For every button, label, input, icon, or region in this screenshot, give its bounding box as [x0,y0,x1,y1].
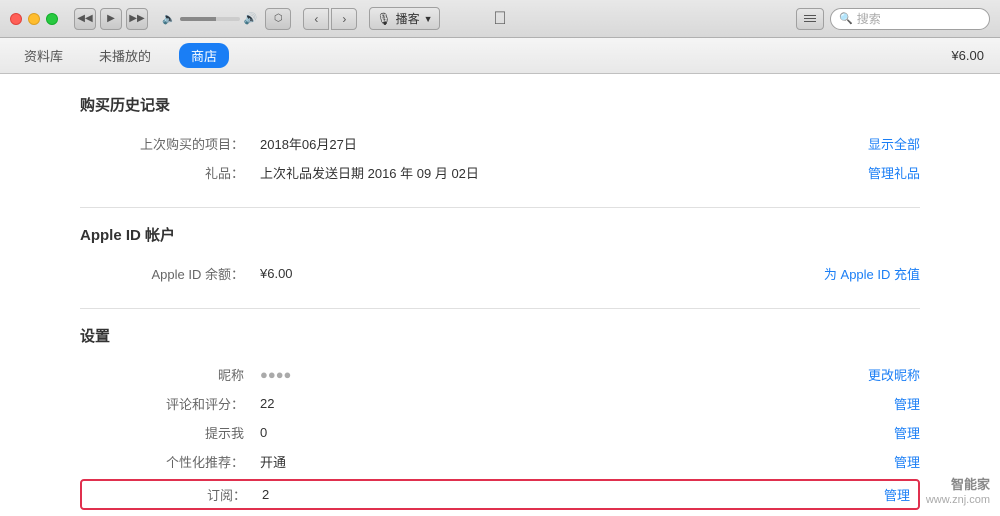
manage-reviews-link[interactable]: 管理 [894,394,920,413]
nickname-label: 昵称 [80,365,260,384]
manage-gift-link[interactable]: 管理礼品 [868,163,920,182]
reminders-label: 提示我 [80,423,260,442]
personalization-label: 个性化推荐： [80,452,260,471]
podcast-icon: 🎙 [376,12,391,26]
nickname-row: 昵称 ●●●● 更改昵称 [80,360,920,389]
traffic-lights [10,13,58,25]
settings-section: 设置 昵称 ●●●● 更改昵称 评论和评分： 22 管理 提示我 0 管理 个性… [80,325,920,516]
divider-2 [80,308,920,309]
nickname-value: ●●●● [260,367,868,382]
personalization-value: 开通 [260,452,894,471]
apple-id-balance-label: Apple ID 余额： [80,264,260,283]
purchase-history-title: 购买历史记录 [80,94,920,115]
nav-bar: 资料库 未播放的 商店 ¥6.00 [0,38,1000,74]
subscriptions-row-highlighted: 订阅： 2 管理 [80,479,920,510]
apple-id-title: Apple ID 帐户 [80,224,920,245]
subscriptions-row: 订阅： 2 管理 [82,481,918,508]
tab-store[interactable]: 商店 [179,43,229,68]
last-purchase-value: 2018年06月27日 [260,134,868,153]
watermark: 智能家 www.znj.com [926,474,990,506]
podcast-selector[interactable]: 🎙 播客 ▼ [369,7,439,30]
volume-high-icon: 🔊 [244,12,258,25]
apple-id-section: Apple ID 帐户 Apple ID 余额： ¥6.00 为 Apple I… [80,224,920,288]
chevron-down-icon: ▼ [424,14,433,24]
manage-reminders-link[interactable]: 管理 [894,423,920,442]
last-purchase-label: 上次购买的项目： [80,134,260,153]
tab-library[interactable]: 资料库 [16,42,71,69]
account-balance: ¥6.00 [951,48,984,63]
apple-id-balance-value: ¥6.00 [260,266,824,281]
show-all-link[interactable]: 显示全部 [868,134,920,153]
nav-arrows: ‹ › [303,8,357,30]
reviews-value: 22 [260,396,894,411]
reviews-row: 评论和评分： 22 管理 [80,389,920,418]
main-content: 购买历史记录 上次购买的项目： 2018年06月27日 显示全部 礼品： 上次礼… [0,74,1000,516]
subscriptions-value: 2 [262,487,884,502]
reminders-value: 0 [260,425,894,440]
reminders-row: 提示我 0 管理 [80,418,920,447]
last-purchase-row: 上次购买的项目： 2018年06月27日 显示全部 [80,129,920,158]
search-placeholder: 搜索 [857,10,881,27]
gift-value: 上次礼品发送日期 2016 年 09 月 02日 [260,163,868,182]
maximize-button[interactable] [46,13,58,25]
search-icon: 🔍 [839,12,853,25]
divider-1 [80,207,920,208]
tab-unplayed[interactable]: 未播放的 [91,42,159,69]
personalization-row: 个性化推荐： 开通 管理 [80,447,920,476]
subscriptions-label: 订阅： [82,485,262,504]
close-button[interactable] [10,13,22,25]
apple-logo:  [493,8,507,29]
airplay-button[interactable]: ⬡ [265,8,291,30]
rewind-button[interactable]: ◀◀ [74,8,96,30]
manage-subscriptions-link[interactable]: 管理 [884,485,918,504]
minimize-button[interactable] [28,13,40,25]
apple-id-balance-row: Apple ID 余额： ¥6.00 为 Apple ID 充值 [80,259,920,288]
gift-row: 礼品： 上次礼品发送日期 2016 年 09 月 02日 管理礼品 [80,158,920,187]
purchase-history-section: 购买历史记录 上次购买的项目： 2018年06月27日 显示全部 礼品： 上次礼… [80,94,920,187]
watermark-brand: 智能家 [951,474,990,493]
volume-slider[interactable] [180,17,240,21]
podcast-label: 播客 [396,10,420,27]
fast-forward-button[interactable]: ▶▶ [126,8,148,30]
recharge-link[interactable]: 为 Apple ID 充值 [824,264,920,283]
settings-title: 设置 [80,325,920,346]
nav-back-button[interactable]: ‹ [303,8,329,30]
watermark-url: www.znj.com [926,494,990,506]
playback-controls: ◀◀ ▶ ▶▶ [74,8,148,30]
search-box[interactable]: 🔍 搜索 [830,8,990,30]
gift-label: 礼品： [80,163,260,182]
title-bar: ◀◀ ▶ ▶▶ 🔈 🔊 ⬡ ‹ › 🎙 播客 ▼  🔍 搜索 [0,0,1000,38]
menu-button[interactable] [796,8,824,30]
manage-personalization-link[interactable]: 管理 [894,452,920,471]
volume-icon: 🔈 [162,12,176,25]
reviews-label: 评论和评分： [80,394,260,413]
play-button[interactable]: ▶ [100,8,122,30]
change-nickname-link[interactable]: 更改昵称 [868,365,920,384]
nav-forward-button[interactable]: › [331,8,357,30]
